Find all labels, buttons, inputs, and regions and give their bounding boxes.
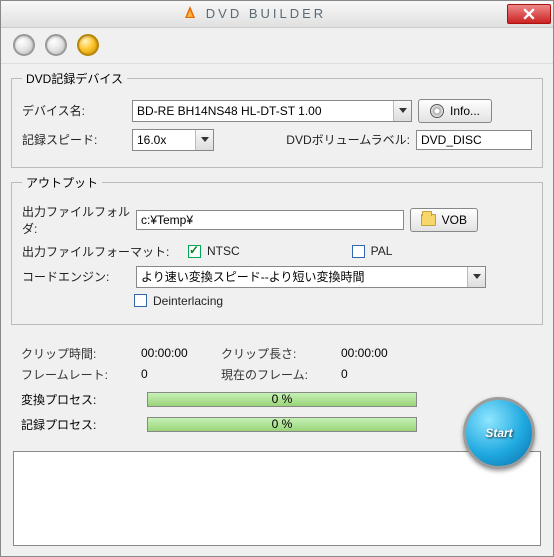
record-progress-text: 0 % [272,417,293,431]
toolbar [1,28,553,64]
start-button-label: Start [485,426,512,440]
volume-label-value: DVD_DISC [421,133,482,147]
main-area: DVD記録デバイス デバイス名: BD-RE BH14NS48 HL-DT-ST… [1,64,553,445]
app-window: DVD BUILDER DVD記録デバイス デバイス名: BD-RE BH14N… [0,0,554,557]
frame-rate-value: 0 [141,367,221,381]
clip-length-label: クリップ長さ: [221,345,341,362]
folder-icon [421,214,436,226]
chevron-down-icon [195,130,213,150]
vob-button-label: VOB [442,213,467,227]
record-speed-label: 記録スピード: [22,131,126,148]
record-speed-select[interactable]: 16.0x [132,129,214,151]
record-speed-value: 16.0x [137,133,166,147]
vob-folder-button[interactable]: VOB [410,208,478,232]
content: DVD記録デバイス デバイス名: BD-RE BH14NS48 HL-DT-ST… [1,64,553,337]
deinterlace-checkbox[interactable] [134,294,147,307]
clip-time-value: 00:00:00 [141,346,221,360]
code-engine-label: コードエンジン: [22,268,130,285]
pal-checkbox[interactable] [352,245,365,258]
recording-device-legend: DVD記録デバイス [22,70,127,87]
chevron-down-icon [393,101,411,121]
ntsc-label: NTSC [207,244,240,258]
device-name-label: デバイス名: [22,102,126,119]
current-frame-label: 現在のフレーム: [221,366,341,383]
close-button[interactable] [507,4,551,24]
toolbar-orb-1[interactable] [13,34,35,56]
device-name-value: BD-RE BH14NS48 HL-DT-ST 1.00 [137,104,322,118]
convert-progress-bar: 0 % [147,392,417,407]
ntsc-checkbox[interactable] [188,245,201,258]
output-folder-label: 出力ファイルフォルダ: [22,203,130,237]
device-name-select[interactable]: BD-RE BH14NS48 HL-DT-ST 1.00 [132,100,412,122]
titlebar: DVD BUILDER [1,1,553,28]
record-progress-label: 記録プロセス: [21,416,139,433]
current-frame-value: 0 [341,367,421,381]
chevron-down-icon [467,267,485,287]
output-legend: アウトプット [22,174,102,191]
code-engine-value: より速い変換スピード--より短い変換時間 [141,268,365,285]
output-folder-input[interactable]: c:¥Temp¥ [136,210,404,230]
deinterlace-label: Deinterlacing [153,294,223,308]
output-format-label: 出力ファイルフォーマット: [22,243,182,260]
info-button[interactable]: Info... [418,99,492,123]
volume-label-input[interactable]: DVD_DISC [416,130,532,150]
disc-icon [430,104,444,118]
info-button-label: Info... [450,104,480,118]
clip-length-value: 00:00:00 [341,346,421,360]
toolbar-orb-burn[interactable] [77,34,99,56]
clip-time-label: クリップ時間: [21,345,141,362]
start-button[interactable]: Start [463,397,535,469]
pal-label: PAL [371,244,393,258]
code-engine-select[interactable]: より速い変換スピード--より短い変換時間 [136,266,486,288]
window-title: DVD BUILDER [206,6,326,21]
burn-icon [182,6,198,22]
title-area: DVD BUILDER [1,6,507,22]
convert-progress-label: 変換プロセス: [21,391,139,408]
record-progress-bar: 0 % [147,417,417,432]
toolbar-orb-2[interactable] [45,34,67,56]
volume-label-label: DVDボリュームラベル: [286,131,410,148]
close-icon [523,8,535,20]
output-folder-value: c:¥Temp¥ [141,213,193,227]
convert-progress-text: 0 % [272,392,293,406]
output-group: アウトプット 出力ファイルフォルダ: c:¥Temp¥ VOB 出力ファイルフォ… [11,174,543,325]
recording-device-group: DVD記録デバイス デバイス名: BD-RE BH14NS48 HL-DT-ST… [11,70,543,168]
frame-rate-label: フレームレート: [21,366,141,383]
log-textarea[interactable] [13,451,541,546]
